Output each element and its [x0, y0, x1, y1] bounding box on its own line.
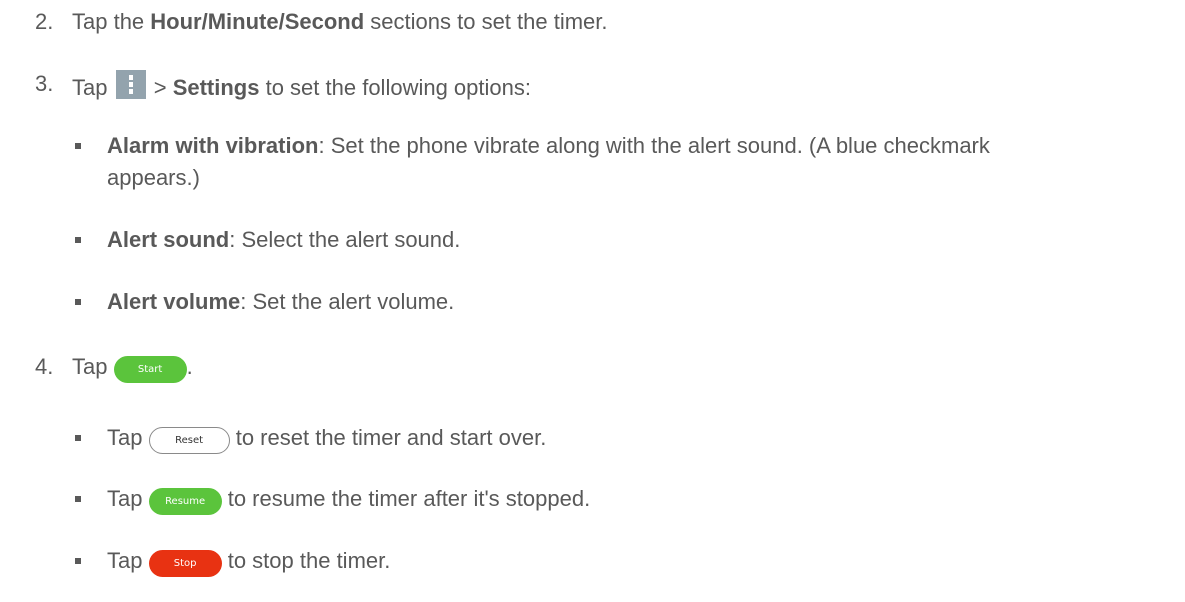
- substep-text: to reset the timer and start over.: [229, 425, 547, 450]
- step-number: 2.: [35, 9, 54, 34]
- bullet: [75, 299, 81, 305]
- bullet: [75, 435, 81, 441]
- step-bold-text: Hour/Minute/Second: [150, 9, 365, 34]
- resume-button[interactable]: Resume: [148, 488, 222, 515]
- substep-text: to resume the timer after it's stopped.: [221, 486, 591, 511]
- option-bold-text: Alarm with vibration: [107, 133, 319, 158]
- substep-text: Tap: [107, 548, 143, 573]
- step-bold-text: Settings: [172, 75, 260, 100]
- substep-text: Tap: [107, 425, 143, 450]
- step-separator: >: [147, 75, 173, 100]
- step-text: sections to set the timer.: [364, 9, 608, 34]
- option-bold-text: Alert volume: [107, 289, 241, 314]
- more-options-icon: [115, 70, 146, 99]
- step-text: to set the following options:: [259, 75, 531, 100]
- bullet: [75, 496, 81, 502]
- start-button[interactable]: Start: [113, 356, 187, 383]
- option-text: : Select the alert sound.: [229, 227, 461, 252]
- option-text: : Set the alert volume.: [240, 289, 455, 314]
- reset-button[interactable]: Reset: [148, 427, 230, 454]
- step-text: Tap: [72, 75, 108, 100]
- substep-text: Tap: [107, 486, 143, 511]
- step-text: Tap the: [72, 9, 151, 34]
- bullet: [75, 558, 81, 564]
- step-number: 3.: [35, 71, 54, 96]
- bullet: [75, 237, 81, 243]
- option-text: appears.): [107, 165, 200, 190]
- step-text: Tap: [72, 354, 108, 379]
- option-text: : Set the phone vibrate along with the a…: [318, 133, 990, 158]
- step-text: .: [186, 354, 193, 379]
- option-bold-text: Alert sound: [107, 227, 230, 252]
- bullet: [75, 143, 81, 149]
- stop-button[interactable]: Stop: [148, 550, 222, 577]
- substep-text: to stop the timer.: [221, 548, 391, 573]
- step-number: 4.: [35, 354, 54, 379]
